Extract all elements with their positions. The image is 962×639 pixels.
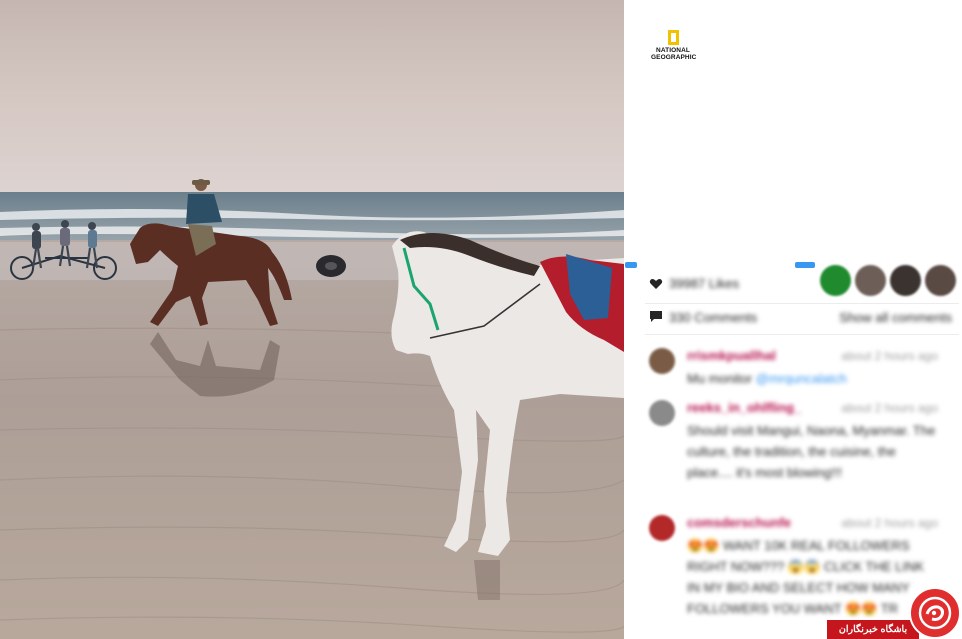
show-all-comments-link[interactable]: Show all comments bbox=[839, 310, 952, 325]
likes-row: 39987 Likes bbox=[625, 264, 962, 304]
avatar[interactable] bbox=[890, 265, 921, 296]
comment-timestamp: about 2 hours ago bbox=[841, 349, 938, 363]
national-geographic-logo[interactable]: NATIONAL GEOGRAPHIC bbox=[651, 30, 697, 61]
logo-line-2: GEOGRAPHIC bbox=[651, 54, 697, 61]
watermark-label: باشگاه خبرنگاران bbox=[827, 620, 919, 639]
comment-mention-link[interactable]: @mrquncalatch bbox=[756, 371, 847, 386]
comment-text: 😍😍 WANT 10K REAL FOLLOWERS RIGHT NOW??? … bbox=[687, 538, 925, 616]
comment-username[interactable]: reeks_in_ohlfling_ bbox=[687, 400, 801, 415]
beach-horses-photo bbox=[0, 0, 624, 639]
avatar[interactable] bbox=[649, 348, 675, 374]
heart-icon[interactable] bbox=[649, 278, 663, 290]
avatar[interactable] bbox=[855, 265, 886, 296]
comment-text: Should visit Mangui, Naona, Myanmar. The… bbox=[687, 423, 936, 480]
liker-avatars bbox=[820, 265, 956, 296]
post-side-panel: NATIONAL GEOGRAPHIC 39987 Likes 330 Comm… bbox=[625, 0, 962, 639]
logo-line-1: NATIONAL bbox=[656, 47, 690, 54]
yellow-frame-icon bbox=[667, 30, 679, 45]
comment-text: Mu monitor @mrquncalatch bbox=[687, 368, 939, 389]
comment-bubble-icon[interactable] bbox=[649, 310, 663, 323]
likes-count[interactable]: 39987 Likes bbox=[669, 276, 739, 291]
watermark-logo-icon bbox=[909, 587, 961, 639]
divider bbox=[645, 334, 959, 335]
avatar[interactable] bbox=[649, 400, 675, 426]
comment-timestamp: about 2 hours ago bbox=[841, 516, 938, 530]
avatar[interactable] bbox=[820, 265, 851, 296]
comment-timestamp: about 2 hours ago bbox=[841, 401, 938, 415]
comments-row: 330 Comments Show all comments bbox=[625, 306, 962, 330]
comment-username[interactable]: comsderschunfe bbox=[687, 515, 791, 530]
avatar[interactable] bbox=[649, 515, 675, 541]
comment-text-body: Mu monitor bbox=[687, 371, 756, 386]
watermark-glyph-icon bbox=[918, 596, 952, 630]
post-photo[interactable] bbox=[0, 0, 624, 639]
divider bbox=[645, 303, 959, 304]
avatar[interactable] bbox=[925, 265, 956, 296]
comment-username[interactable]: rrismkpuallhal bbox=[687, 348, 776, 363]
comments-count: 330 Comments bbox=[669, 310, 758, 325]
